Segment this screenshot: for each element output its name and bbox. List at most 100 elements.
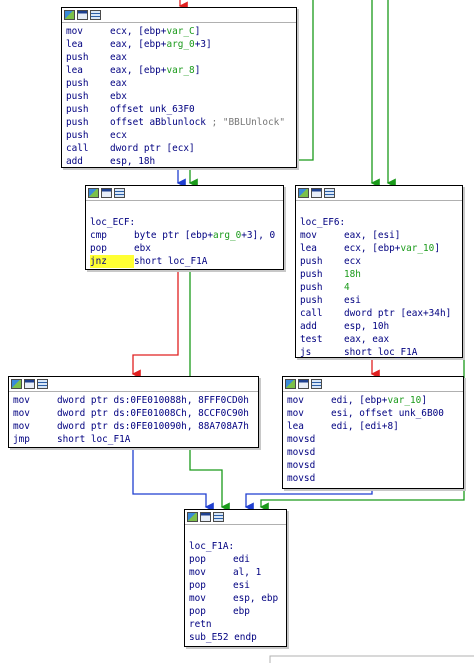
graph-icon[interactable] [11,379,22,389]
block-right[interactable]: mov edi, [ebp+var_10] mov esi, offset unk_… [282,376,464,489]
mnemonic: push [66,104,89,115]
asm-line[interactable]: js short loc_F1A [300,346,458,359]
asm-line[interactable]: pop ebp [189,605,282,618]
block-loc-ecf[interactable]: loc_ECF: cmp byte ptr [ebp+arg_0+3], 0 po… [85,185,284,270]
asm-line[interactable]: push 18h [300,268,458,281]
code-label[interactable]: loc_ECF: [90,216,279,229]
operand: byte ptr [ebp+arg_0+3], 0 [134,230,276,241]
asm-line[interactable]: mov eax, [esi] [300,229,458,242]
block-title-bar [62,8,296,23]
graph-icon[interactable] [88,188,99,198]
operand: 18h [344,269,361,280]
graph-icon[interactable] [64,10,75,20]
block-left[interactable]: mov dword ptr ds:0FE010088h, 8FFF0CD0h mo… [8,376,259,448]
asm-line[interactable]: lea edi, [edi+8] [287,420,459,433]
asm-line[interactable]: mov dword ptr ds:0FE01008Ch, 8CCF0C90h [13,407,254,420]
text-view-icon[interactable] [298,379,309,389]
asm-line[interactable]: push ecx [300,255,458,268]
list-icon[interactable] [311,379,322,389]
operand: ecx, [ebp+var_C] [110,26,201,37]
asm-line[interactable]: cmp byte ptr [ebp+arg_0+3], 0 [90,229,279,242]
asm-line[interactable]: call dword ptr [eax+34h] [300,307,458,320]
asm-line[interactable]: mov esi, offset unk_6B00 [287,407,459,420]
mnemonic: mov [13,408,30,419]
block-loc-ef6[interactable]: loc_EF6: mov eax, [esi] lea ecx, [ebp+var_… [295,185,463,358]
text-view-icon[interactable] [77,10,88,20]
operand: esi, offset unk_6B00 [331,408,444,419]
asm-line[interactable]: lea ecx, [ebp+var_10] [300,242,458,255]
asm-line[interactable]: add esp, 10h [300,320,458,333]
operand-var: var_10 [387,395,422,406]
mnemonic: lea [287,421,304,432]
graph-icon[interactable] [285,379,296,389]
block-top[interactable]: mov ecx, [ebp+var_C] lea eax, [ebp+arg_0+3… [61,7,297,168]
code-label[interactable]: loc_F1A: [189,540,282,553]
asm-line[interactable]: retn [189,618,282,631]
mnemonic: movsd [287,473,316,484]
asm-line[interactable]: mov al, 1 [189,566,282,579]
graph-icon[interactable] [187,512,198,522]
mnemonic: pop [189,580,206,591]
operand: dword ptr [ecx] [110,143,195,154]
asm-line[interactable]: mov esp, ebp [189,592,282,605]
list-icon[interactable] [114,188,125,198]
asm-line[interactable]: push esi [300,294,458,307]
asm-line[interactable]: push eax [66,77,292,90]
mnemonic: push [300,282,323,293]
asm-line[interactable]: movsd [287,472,459,485]
operand: ecx [110,130,127,141]
text-view-icon[interactable] [200,512,211,522]
asm-line[interactable]: push offset aBblunlock ; "BBLUnlock" [66,116,292,129]
mnemonic: add [300,321,317,332]
asm-line[interactable]: jnz short loc_F1A [90,255,279,268]
graph-icon[interactable] [298,188,309,198]
text-view-icon[interactable] [24,379,35,389]
asm-line[interactable]: call dword ptr [ecx] [66,142,292,155]
asm-line[interactable]: push ebx [66,90,292,103]
operand: esp, 10h [344,321,390,332]
asm-line[interactable]: mov ecx, [ebp+var_C] [66,25,292,38]
mnemonic: test [300,334,323,345]
operand: esi [233,580,250,591]
operand: esi [344,295,361,306]
operand-var: var_8 [166,65,195,76]
block-title-bar [86,186,283,201]
asm-line[interactable]: mov dword ptr ds:0FE010090h, 88A708A7h [13,420,254,433]
list-icon[interactable] [213,512,224,522]
mnemonic: movsd [287,460,316,471]
asm-line[interactable]: mov dword ptr ds:0FE010088h, 8FFF0CD0h [13,394,254,407]
operand: short loc_F1A [344,347,418,358]
asm-line[interactable]: push eax [66,51,292,64]
asm-line[interactable]: movsd [287,433,459,446]
asm-line[interactable]: pop ebx [90,242,279,255]
mnemonic: mov [300,230,317,241]
asm-line[interactable]: mov edi, [ebp+var_10] [287,394,459,407]
asm-line[interactable]: lea eax, [ebp+var_8] [66,64,292,77]
asm-line[interactable]: pop edi [189,553,282,566]
operand: eax, eax [344,334,390,345]
mnemonic: lea [66,39,83,50]
asm-line[interactable]: push ecx [66,129,292,142]
operand: short loc_F1A [57,434,131,445]
asm-line[interactable]: push offset unk_63F0 [66,103,292,116]
mnemonic: pop [90,243,107,254]
asm-line[interactable]: add esp, 18h [66,155,292,168]
operand: offset unk_63F0 [110,104,195,115]
asm-line[interactable]: lea eax, [ebp+arg_0+3] [66,38,292,51]
asm-line[interactable]: movsd [287,459,459,472]
block-code: mov ecx, [ebp+var_C] lea eax, [ebp+arg_0+3… [62,23,296,169]
mnemonic: retn [189,619,212,630]
asm-line[interactable]: movsd [287,446,459,459]
block-loc-f1a[interactable]: loc_F1A: pop edi mov al, 1 pop esi mov esp, … [184,509,287,647]
text-view-icon[interactable] [101,188,112,198]
list-icon[interactable] [324,188,335,198]
asm-line[interactable]: pop esi [189,579,282,592]
list-icon[interactable] [37,379,48,389]
asm-line[interactable]: test eax, eax [300,333,458,346]
text-view-icon[interactable] [311,188,322,198]
asm-line[interactable]: jmp short loc_F1A [13,433,254,446]
list-icon[interactable] [90,10,101,20]
asm-line[interactable]: push 4 [300,281,458,294]
code-label[interactable]: loc_EF6: [300,216,458,229]
